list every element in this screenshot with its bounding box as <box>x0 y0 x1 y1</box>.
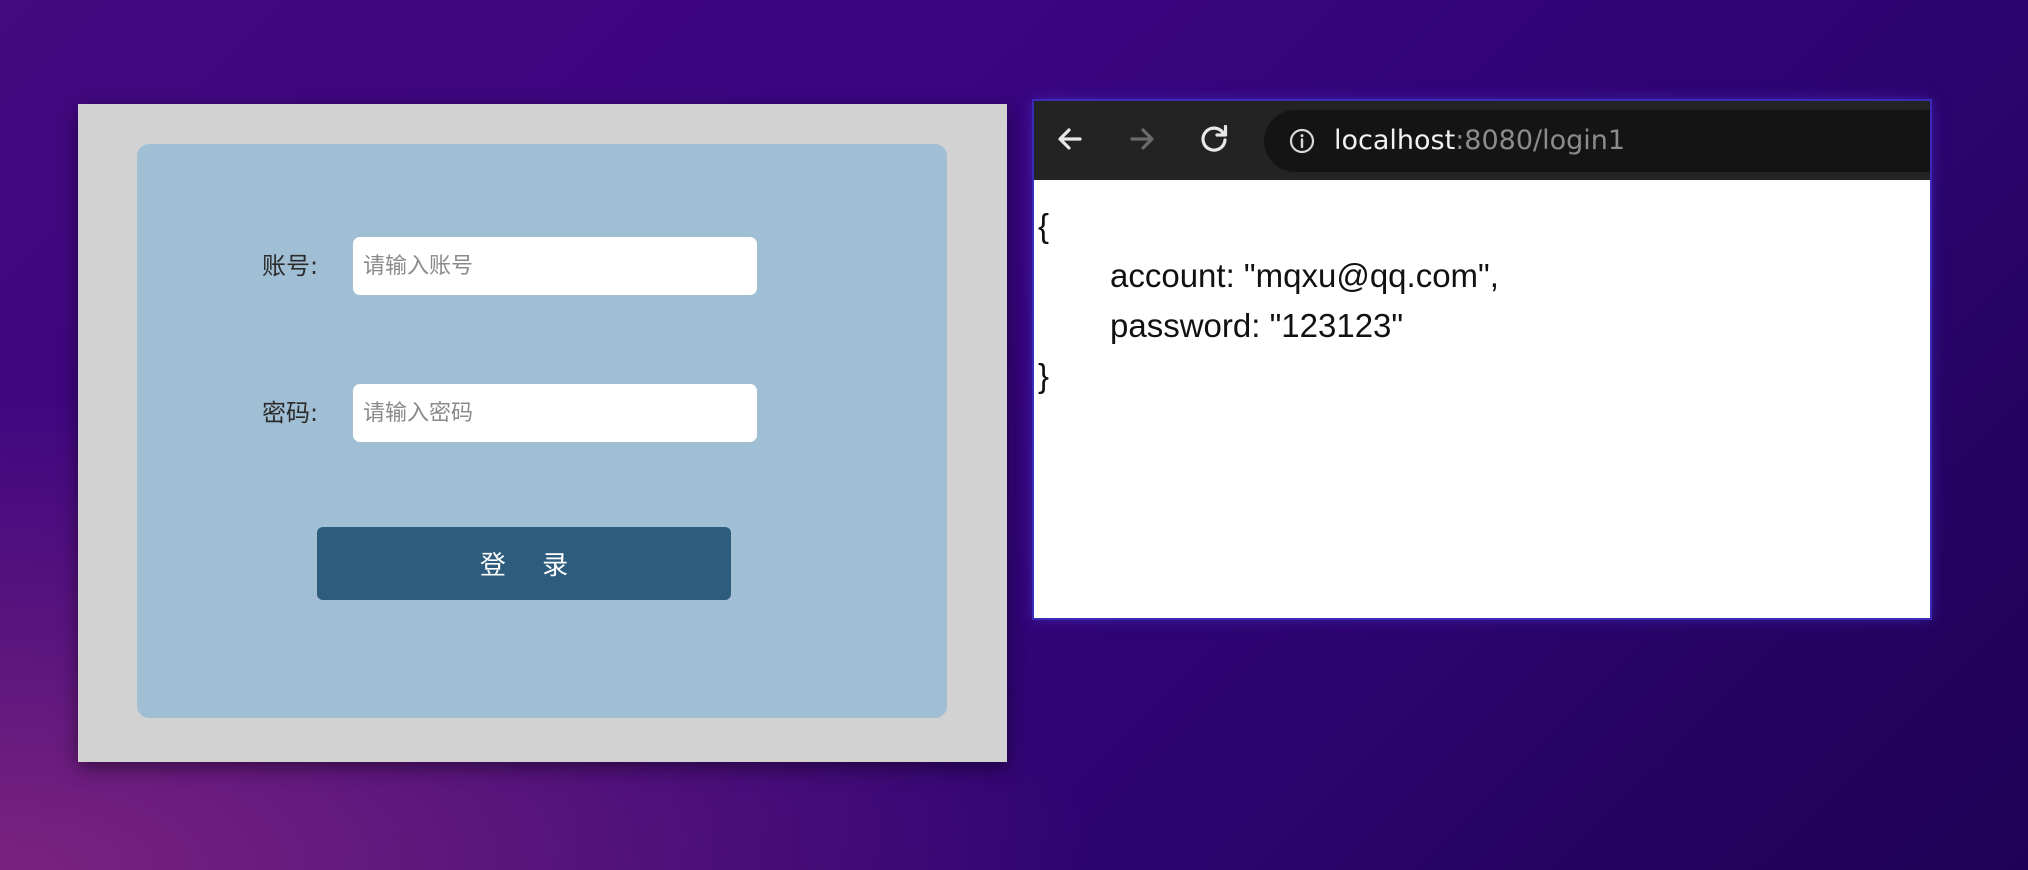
password-label: 密码: <box>262 399 319 427</box>
account-row: 账号: <box>137 237 947 295</box>
browser-toolbar: localhost:8080/login1 <box>1034 101 1930 180</box>
url-host: localhost <box>1334 125 1456 156</box>
json-close-brace: } <box>1038 357 1050 394</box>
response-body: { account: "mqxu@qq.com", password: "123… <box>1034 180 1930 618</box>
reload-button[interactable] <box>1192 117 1236 161</box>
back-button[interactable] <box>1048 117 1092 161</box>
forward-arrow-icon <box>1120 117 1164 161</box>
login-button[interactable]: 登 录 <box>317 527 731 600</box>
json-account-line: account: "mqxu@qq.com", <box>1110 257 1499 294</box>
password-input[interactable] <box>353 384 757 442</box>
back-arrow-icon <box>1048 117 1092 161</box>
account-input[interactable] <box>353 237 757 295</box>
reload-icon <box>1192 117 1236 161</box>
login-card: 账号: 密码: 登 录 <box>137 144 947 718</box>
forward-button[interactable] <box>1120 117 1164 161</box>
url-text: localhost:8080/login1 <box>1334 110 1625 172</box>
address-bar[interactable]: localhost:8080/login1 <box>1264 110 1930 172</box>
login-window: 账号: 密码: 登 录 <box>78 104 1007 762</box>
json-password-line: password: "123123" <box>1110 307 1404 344</box>
browser-window: localhost:8080/login1 { account: "mqxu@q… <box>1034 101 1930 618</box>
account-label: 账号: <box>262 252 319 280</box>
url-path: :8080/login1 <box>1455 125 1626 156</box>
password-row: 密码: <box>137 384 947 442</box>
json-open-brace: { <box>1038 207 1050 244</box>
info-icon[interactable] <box>1288 127 1316 155</box>
